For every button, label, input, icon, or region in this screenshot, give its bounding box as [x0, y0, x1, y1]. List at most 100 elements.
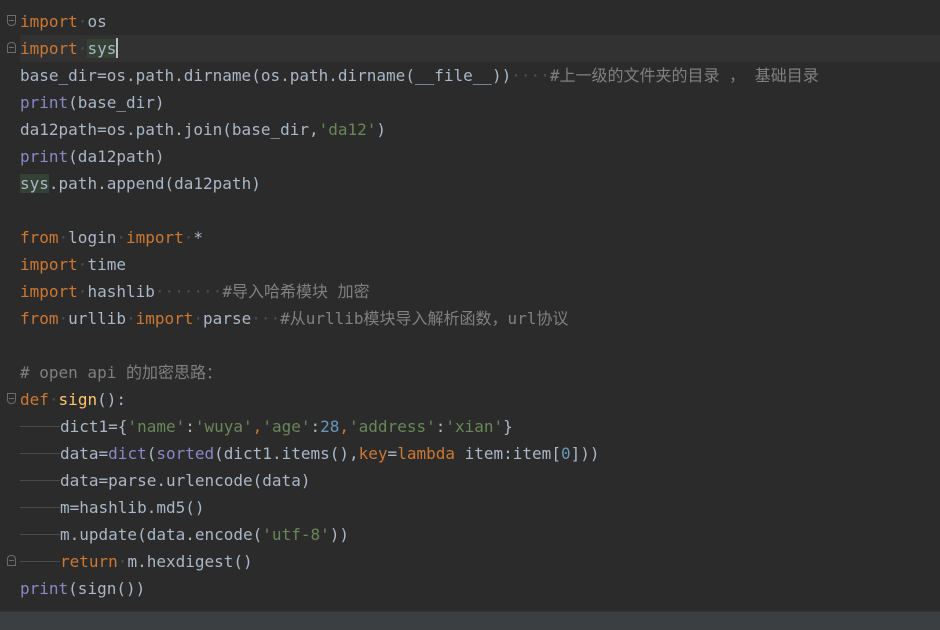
- code-text: os: [87, 12, 107, 31]
- code-text: parse: [203, 309, 252, 328]
- comma: ,: [339, 417, 350, 436]
- text-caret: [116, 38, 119, 58]
- code-text: time: [87, 255, 126, 274]
- code-line[interactable]: da12path=os.path.join(base_dir,'da12'): [20, 116, 940, 143]
- keyword: import: [20, 12, 78, 31]
- string-literal: 'wuya': [194, 417, 253, 436]
- string-literal: 'age': [262, 417, 311, 436]
- code-text: ():: [97, 390, 126, 409]
- indent-guide: [20, 453, 60, 454]
- code-text: }: [503, 417, 513, 436]
- code-line[interactable]: import·hashlib·······#导入哈希模块 加密: [20, 278, 940, 305]
- code-text: .path.append(da12path): [48, 174, 261, 193]
- builtin: print: [20, 147, 69, 166]
- keyword: import: [20, 39, 78, 58]
- code-line[interactable]: return·m.hexdigest(): [20, 548, 940, 575]
- code-line[interactable]: data=dict(sorted(dict1.items(),key=lambd…: [20, 440, 940, 467]
- code-text: da12path=os.path.join(base_dir,: [20, 120, 319, 139]
- code-line[interactable]: print(da12path): [20, 143, 940, 170]
- whitespace-dots: ·······: [154, 282, 223, 301]
- comment: # open api 的加密思路：: [20, 363, 222, 382]
- keyword: import: [20, 282, 78, 301]
- editor-gutter: [0, 0, 20, 612]
- code-line[interactable]: sys.path.append(da12path): [20, 170, 940, 197]
- keyword: lambda: [397, 444, 455, 463]
- code-text: data=parse.urlencode(data): [60, 471, 311, 490]
- code-text: (da12path): [68, 147, 165, 166]
- builtin: dict: [108, 444, 147, 463]
- builtin: print: [20, 579, 69, 598]
- number-literal: 0: [560, 444, 571, 463]
- string-literal: 'xian': [445, 417, 504, 436]
- code-text: m.hexdigest(): [127, 552, 253, 571]
- indent-guide: [20, 426, 60, 427]
- whitespace-dots: ····: [511, 66, 550, 85]
- code-text: (sign()): [68, 579, 146, 598]
- code-text: *: [193, 228, 204, 247]
- editor-bottom-bar: [0, 611, 940, 630]
- code-line[interactable]: print(base_dir): [20, 89, 940, 116]
- code-text: )): [329, 525, 349, 544]
- code-line[interactable]: def·sign():: [20, 386, 940, 413]
- string-literal: 'address': [349, 417, 436, 436]
- comment: #导入哈希模块 加密: [222, 282, 370, 301]
- highlighted-identifier: sys: [87, 39, 117, 58]
- keyword: import: [135, 309, 194, 328]
- code-text: ): [376, 120, 387, 139]
- keyword: from: [20, 309, 59, 328]
- keyword-argument: key: [358, 444, 388, 463]
- code-text: m=hashlib.md5(): [60, 498, 205, 517]
- code-text: :: [310, 417, 321, 436]
- code-line[interactable]: import·time: [20, 251, 940, 278]
- code-text: (base_dir): [68, 93, 165, 112]
- code-text: item:item[: [454, 444, 561, 463]
- keyword: from: [20, 228, 59, 247]
- string-literal: 'name': [127, 417, 186, 436]
- string-literal: 'utf-8': [262, 525, 330, 544]
- code-text: hashlib: [87, 282, 155, 301]
- code-text: base_dir=os.path.dirname(os.path.dirname…: [20, 66, 512, 85]
- code-line[interactable]: data=parse.urlencode(data): [20, 467, 940, 494]
- code-line[interactable]: m=hashlib.md5(): [20, 494, 940, 521]
- keyword: return: [60, 552, 118, 571]
- code-text: :: [185, 417, 195, 436]
- fold-end-marker-icon[interactable]: [7, 42, 16, 53]
- code-line-current[interactable]: import·sys: [20, 35, 940, 62]
- code-text: data=: [60, 444, 109, 463]
- code-text: (dict1.items(),: [214, 444, 359, 463]
- code-line[interactable]: base_dir=os.path.dirname(os.path.dirname…: [20, 62, 940, 89]
- code-line[interactable]: import·os: [20, 8, 940, 35]
- code-line[interactable]: dict1={'name':'wuya','age':28,'address':…: [20, 413, 940, 440]
- comment: #上一级的文件夹的目录 ， 基础目录: [549, 66, 819, 85]
- keyword: def: [20, 390, 49, 409]
- number-literal: 28: [320, 417, 340, 436]
- code-text: (: [146, 444, 157, 463]
- highlighted-identifier: sys: [20, 174, 49, 193]
- fold-marker-icon[interactable]: [7, 393, 16, 404]
- code-text: dict1={: [60, 417, 128, 436]
- code-text: ])): [570, 444, 600, 463]
- code-line[interactable]: m.update(data.encode('utf-8')): [20, 521, 940, 548]
- code-text: =: [387, 444, 398, 463]
- indent-guide: [20, 480, 60, 481]
- comment: #从urllib模块导入解析函数，url协议: [280, 309, 569, 328]
- keyword: import: [125, 228, 184, 247]
- code-line[interactable]: print(sign()): [20, 575, 940, 602]
- code-line[interactable]: from·login·import·*: [20, 224, 940, 251]
- whitespace-dots: ···: [251, 309, 281, 328]
- code-line[interactable]: # open api 的加密思路：: [20, 359, 940, 386]
- code-text: urllib: [68, 309, 126, 328]
- code-text: :: [435, 417, 446, 436]
- indent-guide: [20, 507, 60, 508]
- fold-end-marker-icon[interactable]: [7, 555, 16, 566]
- code-text: m.update(data.encode(: [60, 525, 263, 544]
- string-literal: 'da12': [318, 120, 377, 139]
- comma: ,: [252, 417, 263, 436]
- function-name: sign: [58, 390, 98, 409]
- indent-guide: [20, 561, 60, 562]
- fold-marker-icon[interactable]: [7, 15, 16, 26]
- indent-guide: [20, 534, 60, 535]
- code-editor[interactable]: import·os import·sys base_dir=os.path.di…: [0, 0, 940, 630]
- keyword: import: [20, 255, 78, 274]
- code-line[interactable]: from·urllib·import·parse···#从urllib模块导入解…: [20, 305, 940, 332]
